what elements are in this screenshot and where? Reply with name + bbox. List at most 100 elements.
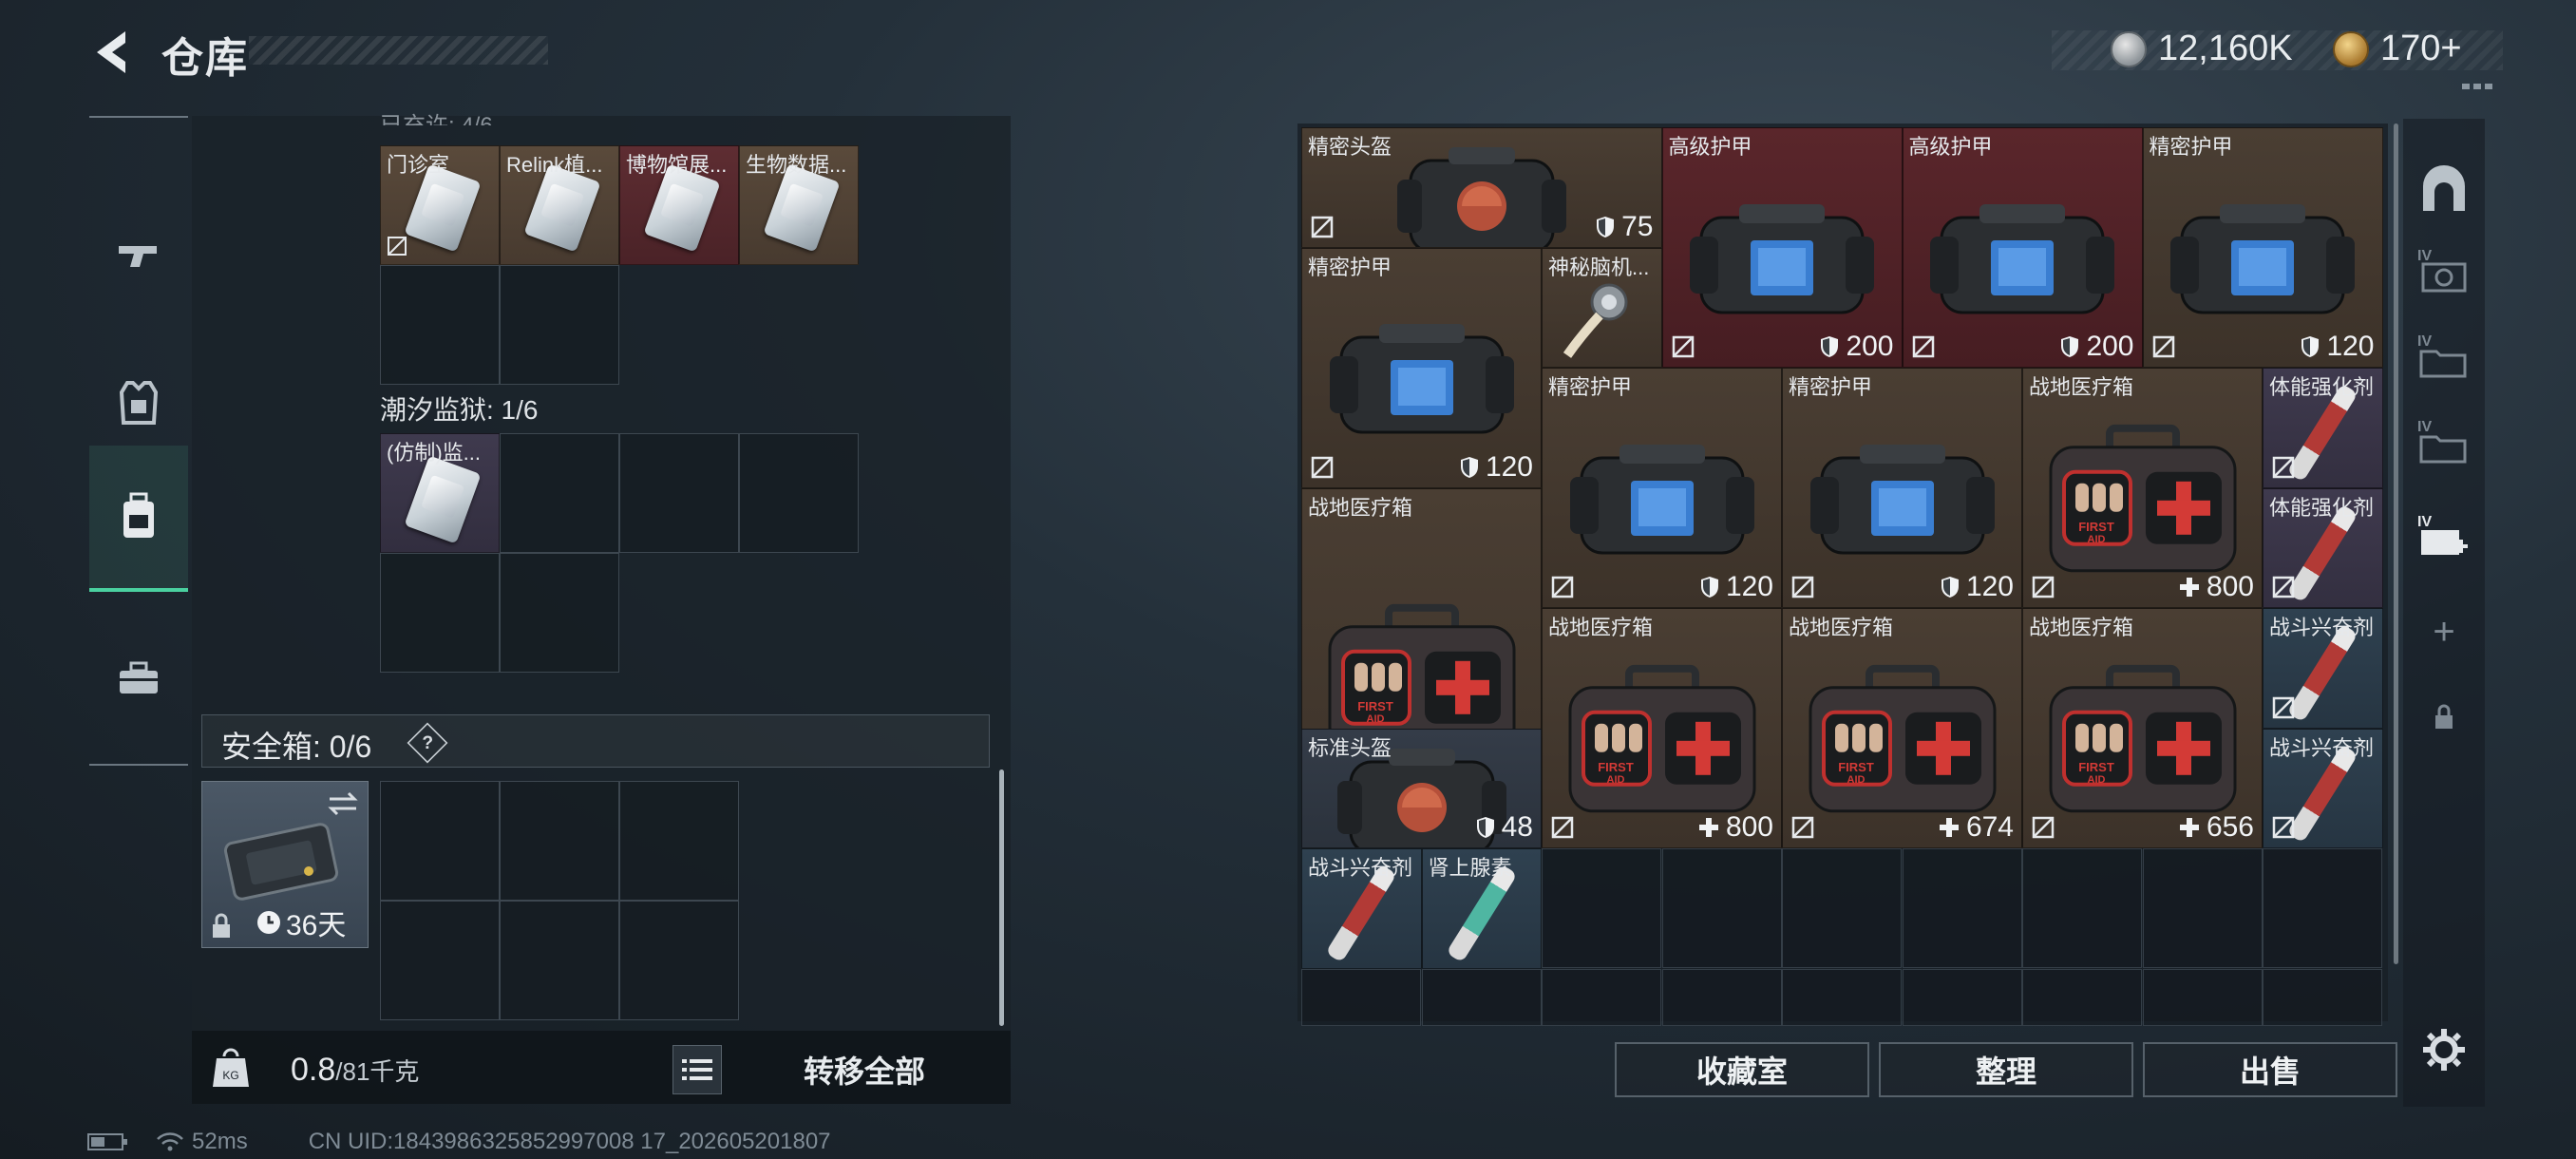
unbound-icon <box>1672 335 1694 358</box>
item-card[interactable]: 生物数据... <box>739 145 859 265</box>
tab-storage-medical[interactable]: IV <box>2403 499 2485 575</box>
warehouse-tabs: IV IV IV IV + <box>2403 119 2485 1107</box>
empty-slot[interactable] <box>2022 968 2142 1026</box>
empty-slot[interactable] <box>1661 968 1782 1026</box>
settings-button[interactable] <box>2403 1012 2485 1088</box>
warehouse-item[interactable]: FIRST AID 战地医疗箱 656 <box>2022 608 2263 848</box>
empty-slot[interactable] <box>1542 848 1661 968</box>
item-name: 生物数据... <box>746 153 847 177</box>
nav-toolkit[interactable] <box>89 607 188 750</box>
item-value-text: 75 <box>1621 210 1654 242</box>
warehouse-item[interactable]: FIRST AID 战地医疗箱 674 <box>1782 608 2022 848</box>
item-value: 800 <box>1697 811 1773 844</box>
warehouse-item[interactable]: 战斗兴奋剂 <box>1301 848 1422 969</box>
empty-slot[interactable] <box>1902 968 2022 1026</box>
tab-home[interactable] <box>2403 152 2485 228</box>
empty-slot[interactable] <box>380 553 500 673</box>
uid-text: CN UID:1843986325852997008 17_2026052018… <box>308 1129 831 1154</box>
empty-slot[interactable] <box>1782 968 1902 1026</box>
warehouse-item[interactable]: 高级护甲 200 <box>1661 127 1903 368</box>
safebox-header: 安全箱: 0/6 ? <box>201 714 990 768</box>
transfer-all-button[interactable]: 转移全部 <box>731 1040 997 1099</box>
locked-tab[interactable] <box>2403 679 2485 755</box>
unbound-icon <box>2272 816 2295 839</box>
empty-slot[interactable] <box>380 781 500 901</box>
empty-slot[interactable] <box>619 901 739 1020</box>
item-value: 120 <box>2300 331 2375 363</box>
empty-slot[interactable] <box>500 553 619 673</box>
tab-storage-1[interactable]: IV <box>2403 233 2485 309</box>
svg-text:FIRST: FIRST <box>1598 759 1634 773</box>
warehouse-item[interactable]: 精密护甲 120 <box>2142 127 2383 368</box>
item-card[interactable]: 博物馆展... <box>619 145 739 265</box>
back-button[interactable] <box>85 24 142 81</box>
warehouse-item[interactable]: 体能强化剂 <box>2263 487 2383 608</box>
warehouse-item[interactable]: 精密护甲 120 <box>1301 247 1542 488</box>
empty-slot[interactable] <box>1421 968 1542 1026</box>
item-name: 战斗兴奋剂 <box>2269 735 2375 760</box>
svg-text:AID: AID <box>1366 713 1384 725</box>
item-value-text: 656 <box>2206 811 2254 843</box>
warehouse-item[interactable]: 神秘脑机... <box>1542 247 1662 368</box>
warehouse-item[interactable]: 肾上腺素 <box>1421 848 1542 969</box>
nav-backpack[interactable] <box>89 446 188 592</box>
empty-slot[interactable] <box>2022 848 2142 968</box>
heal-plus-icon <box>2179 818 2199 837</box>
ping-value: 52ms <box>192 1129 248 1154</box>
empty-slot[interactable] <box>2142 848 2263 968</box>
empty-slot[interactable] <box>380 901 500 1020</box>
empty-slot[interactable] <box>619 433 739 553</box>
warehouse-scrollbar[interactable] <box>2394 124 2398 964</box>
item-card[interactable]: (仿制)监... <box>380 433 500 553</box>
item-name: 高级护甲 <box>1908 135 1993 159</box>
unbound-icon <box>2032 816 2055 839</box>
sell-button[interactable]: 出售 <box>2143 1042 2397 1097</box>
empty-slot[interactable] <box>1661 848 1782 968</box>
warehouse-item[interactable]: 精密头盔 75 <box>1301 127 1662 248</box>
empty-slot[interactable] <box>2142 968 2263 1026</box>
list-view-button[interactable] <box>672 1045 722 1094</box>
warehouse-item[interactable]: 战斗兴奋剂 <box>2263 608 2383 729</box>
warehouse-item[interactable]: 战斗兴奋剂 <box>2263 728 2383 848</box>
empty-slot[interactable] <box>2263 848 2382 968</box>
warehouse-item[interactable]: 体能强化剂 <box>2263 368 2383 488</box>
nav-weapon[interactable] <box>89 184 188 327</box>
empty-slot[interactable] <box>1782 848 1902 968</box>
svg-text:AID: AID <box>2087 533 2105 544</box>
empty-slot[interactable] <box>739 433 859 553</box>
item-value: 120 <box>1699 571 1773 603</box>
empty-slot[interactable] <box>619 781 739 901</box>
safebox-item[interactable]: 36天 <box>201 781 369 948</box>
item-card[interactable]: 门诊室 <box>380 145 500 265</box>
unbound-icon <box>1551 816 1574 839</box>
item-name: Relink植... <box>506 153 603 177</box>
add-tab-button[interactable]: + <box>2403 594 2485 670</box>
empty-slot[interactable] <box>500 265 619 385</box>
warehouse-item[interactable]: 高级护甲 200 <box>1902 127 2143 368</box>
first-aid-kit-icon: FIRSTAID <box>1809 664 1996 812</box>
warehouse-item[interactable]: 标准头盔 48 <box>1301 728 1542 848</box>
expiry-timer: 36天 <box>256 902 346 943</box>
warehouse-item[interactable]: FIRSTAID 战地医疗箱 800 <box>2022 368 2263 608</box>
tab-storage-2[interactable]: IV <box>2403 318 2485 394</box>
empty-slot[interactable] <box>2263 968 2382 1026</box>
item-card[interactable]: Relink植... <box>500 145 619 265</box>
left-scrollbar[interactable] <box>999 770 1004 1026</box>
status-bar: 52ms CN UID:1843986325852997008 17_20260… <box>87 1129 831 1155</box>
empty-slot[interactable] <box>1301 968 1421 1026</box>
item-value-text: 120 <box>1725 571 1773 602</box>
tab-storage-3[interactable]: IV <box>2403 404 2485 480</box>
empty-slot[interactable] <box>380 265 500 385</box>
heal-plus-icon <box>1698 818 1718 837</box>
help-button[interactable]: ? <box>407 722 448 764</box>
empty-slot[interactable] <box>1902 848 2022 968</box>
collection-room-button[interactable]: 收藏室 <box>1615 1042 1869 1097</box>
warehouse-item[interactable]: 精密护甲 120 <box>1542 368 1782 608</box>
empty-slot[interactable] <box>1542 968 1661 1026</box>
sort-button[interactable]: 整理 <box>1879 1042 2133 1097</box>
empty-slot[interactable] <box>500 781 619 901</box>
empty-slot[interactable] <box>500 433 619 553</box>
empty-slot[interactable] <box>500 901 619 1020</box>
warehouse-item[interactable]: FIRSTAID 战地医疗箱 800 <box>1542 608 1782 848</box>
warehouse-item[interactable]: 精密护甲 120 <box>1782 368 2022 608</box>
